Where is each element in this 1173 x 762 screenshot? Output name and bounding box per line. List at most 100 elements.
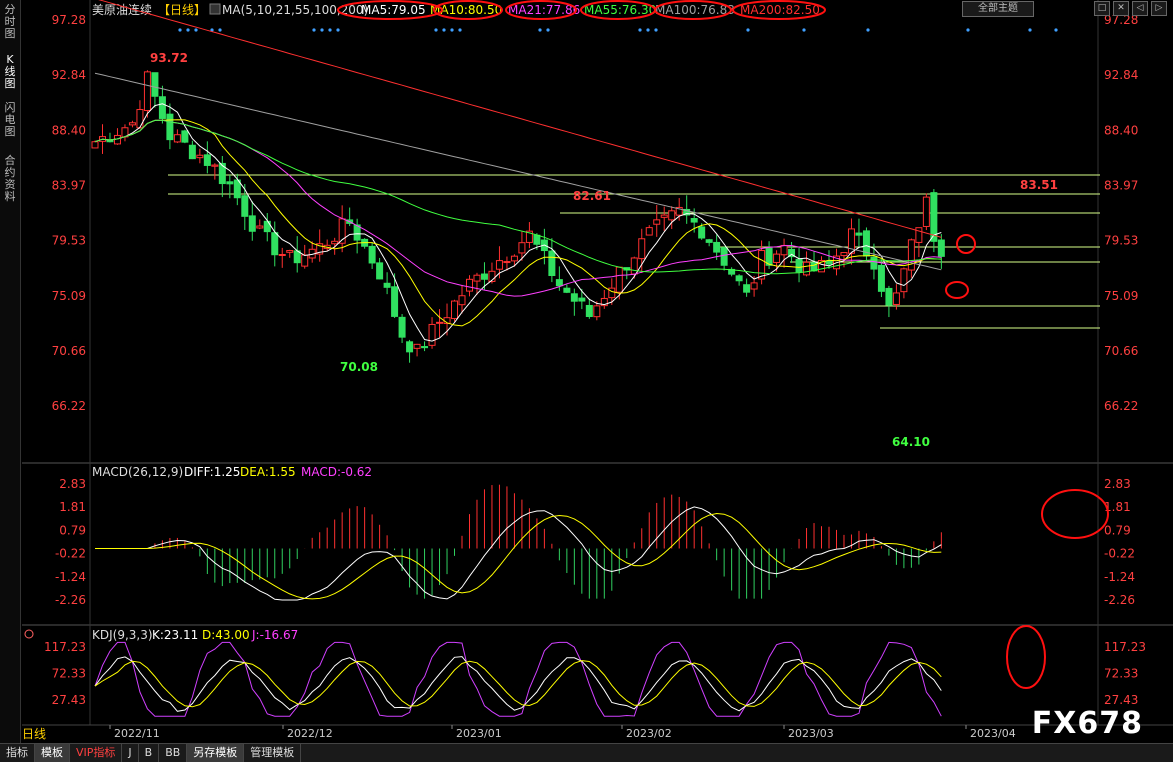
- price-annotation-3: 64.10: [892, 435, 930, 449]
- candle-body: [480, 273, 488, 280]
- candle-body: [196, 154, 204, 159]
- candle-body: [248, 215, 256, 232]
- header-symbol: 美原油连续: [92, 2, 152, 17]
- signal-dot-0: [178, 28, 182, 32]
- candle-body: [720, 247, 728, 266]
- candle-body: [795, 258, 803, 273]
- price-label-left-4: 79.53: [52, 234, 86, 248]
- signal-dot-10: [442, 28, 446, 32]
- kdj-axis-right-1: 72.33: [1104, 667, 1138, 681]
- bottom-tab-3[interactable]: J: [122, 744, 139, 762]
- candle-body: [743, 284, 751, 293]
- candle-body: [668, 210, 676, 221]
- bottom-tab-7[interactable]: 管理模板: [244, 744, 302, 762]
- bottom-tab-1[interactable]: 模板: [35, 744, 70, 762]
- signal-dot-1: [186, 28, 190, 32]
- ma-settings-icon: [209, 3, 221, 15]
- macd-axis-left-1: 1.81: [59, 500, 86, 514]
- candle-body: [158, 96, 166, 119]
- ma200-line: [98, 0, 942, 238]
- signal-dot-21: [966, 28, 970, 32]
- date-label-4: 2023/03: [788, 727, 834, 740]
- macd-axis-right-3: -0.22: [1104, 547, 1135, 561]
- candle-body: [376, 262, 384, 280]
- candle-body: [660, 214, 668, 218]
- price-annotation-2: 82.61: [573, 189, 611, 203]
- bottom-tab-4[interactable]: B: [139, 744, 160, 762]
- kdj-label: KDJ(9,3,3): [92, 628, 153, 642]
- bottom-tab-6[interactable]: 另存模板: [187, 744, 245, 762]
- candle-body: [136, 109, 144, 129]
- restore-button[interactable]: □: [1094, 1, 1110, 16]
- candle-body: [533, 234, 541, 245]
- date-label-5: 2023/04: [970, 727, 1016, 740]
- period-label[interactable]: 日线: [22, 727, 72, 742]
- candle-body: [226, 181, 234, 185]
- close-button[interactable]: ✕: [1113, 1, 1129, 16]
- candle-body: [615, 266, 623, 293]
- candle-body: [713, 241, 721, 253]
- candle-body: [473, 274, 481, 282]
- macd-dea: DEA:1.55: [240, 465, 296, 479]
- date-label-0: 2022/11: [114, 727, 160, 740]
- next-button[interactable]: ▷: [1151, 1, 1167, 16]
- candle-body: [413, 343, 421, 349]
- candle-body: [458, 295, 466, 306]
- ma55-value: MA55:76.30: [584, 3, 656, 17]
- candle-body: [503, 261, 511, 264]
- candle-body: [705, 239, 713, 243]
- candle-body: [166, 113, 174, 141]
- candle-body: [735, 275, 743, 282]
- bottom-tab-0[interactable]: 指标: [0, 744, 35, 762]
- signal-dot-9: [434, 28, 438, 32]
- signal-dot-20: [866, 28, 870, 32]
- candle-body: [271, 232, 279, 256]
- candle-body: [645, 227, 653, 236]
- signal-dot-14: [546, 28, 550, 32]
- price-label-left-7: 66.22: [52, 399, 86, 413]
- price-label-right-2: 88.40: [1104, 123, 1138, 137]
- kdj-settings-icon: [24, 629, 34, 639]
- candle-body: [406, 341, 414, 353]
- kdj-axis-left-1: 72.33: [52, 667, 86, 681]
- candle-body: [436, 321, 444, 324]
- kdj-axis-right-0: 117.23: [1104, 640, 1146, 654]
- kline-chart[interactable]: 美原油连续 【日线】 MA(5,10,21,55,100,200)MA5:79.05…: [0, 0, 1173, 743]
- candle-body: [563, 287, 571, 293]
- candle-body: [510, 255, 518, 262]
- bottom-tab-5[interactable]: BB: [159, 744, 188, 762]
- signal-dot-7: [328, 28, 332, 32]
- candle-body: [653, 219, 661, 225]
- mark-ellipse-2: [945, 281, 969, 299]
- price-label-right-6: 70.66: [1104, 344, 1138, 358]
- candle-body: [922, 196, 930, 227]
- candle-body: [555, 279, 563, 287]
- bottom-tab-2[interactable]: VIP指标: [70, 744, 123, 762]
- date-label-1: 2022/12: [287, 727, 333, 740]
- candle-body: [383, 282, 391, 288]
- signal-dot-12: [458, 28, 462, 32]
- theme-select-button[interactable]: 全部主题: [962, 1, 1034, 17]
- price-label-left-6: 70.66: [52, 344, 86, 358]
- prev-button[interactable]: ◁: [1132, 1, 1148, 16]
- candle-body: [495, 260, 503, 270]
- price-label-right-5: 75.09: [1104, 289, 1138, 303]
- candle-body: [907, 239, 915, 271]
- candle-body: [398, 316, 406, 338]
- candle-body: [780, 244, 788, 256]
- candle-body: [428, 323, 436, 346]
- macd-axis-left-3: -0.22: [55, 547, 86, 561]
- price-label-left-2: 88.40: [52, 123, 86, 137]
- signal-dot-22: [1028, 28, 1032, 32]
- kdj-axis-right-2: 27.43: [1104, 693, 1138, 707]
- candle-body: [855, 232, 863, 236]
- candle-body: [877, 264, 885, 292]
- candle-body: [892, 292, 900, 305]
- macd-axis-left-2: 0.79: [59, 523, 86, 537]
- candle-body: [840, 252, 848, 257]
- macd-histogram: [154, 484, 942, 599]
- candle-body: [773, 253, 781, 263]
- candle-body: [690, 218, 698, 223]
- candle-body: [368, 245, 376, 264]
- macd-axis-right-2: 0.79: [1104, 523, 1131, 537]
